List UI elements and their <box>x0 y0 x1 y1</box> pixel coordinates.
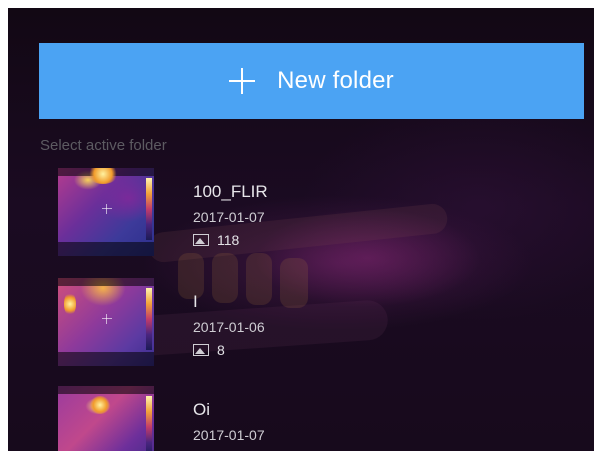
folder-picker-screen: New folder Select active folder 100_FLIR… <box>8 8 594 451</box>
crosshair-icon <box>102 204 112 214</box>
image-icon <box>193 234 209 246</box>
thumbnail-color-scale <box>146 396 152 451</box>
folder-count: 7 <box>217 450 225 451</box>
folder-item-oi[interactable]: Oi 2017-01-07 7 <box>58 386 558 451</box>
thumbnail-bottom-bar <box>58 242 154 256</box>
folder-name: Oi <box>193 400 210 419</box>
folder-name: I <box>193 292 198 311</box>
folder-count: 8 <box>217 342 225 358</box>
folder-item-100-flir[interactable]: 100_FLIR 2017-01-07 118 <box>58 168 558 260</box>
folder-date: 2017-01-07 <box>193 209 265 225</box>
thumbnail-top-bar <box>58 278 154 286</box>
folder-date: 2017-01-07 <box>193 427 265 443</box>
section-label: Select active folder <box>40 137 167 154</box>
thumbnail-top-bar <box>58 386 154 394</box>
folder-date: 2017-01-06 <box>193 319 265 335</box>
folder-image-count: 118 <box>193 232 239 248</box>
folder-thumbnail <box>58 386 154 451</box>
folder-thumbnail <box>58 168 154 256</box>
new-folder-button[interactable]: New folder <box>39 43 584 119</box>
thumbnail-color-scale <box>146 178 152 240</box>
thumbnail-hotspot <box>90 396 110 414</box>
folder-image-count: 8 <box>193 342 225 358</box>
folder-thumbnail <box>58 278 154 366</box>
image-icon <box>193 344 209 356</box>
thumbnail-hotspot <box>64 292 76 316</box>
new-folder-label: New folder <box>277 67 394 94</box>
folder-item-i[interactable]: I 2017-01-06 8 <box>58 278 558 370</box>
thumbnail-color-scale <box>146 288 152 350</box>
thumbnail-bottom-bar <box>58 352 154 366</box>
folder-image-count: 7 <box>193 450 225 451</box>
folder-count: 118 <box>217 232 240 248</box>
crosshair-icon <box>102 314 112 324</box>
folder-name: 100_FLIR <box>193 182 268 201</box>
plus-icon <box>229 68 256 94</box>
thumbnail-hotspot <box>88 168 118 184</box>
